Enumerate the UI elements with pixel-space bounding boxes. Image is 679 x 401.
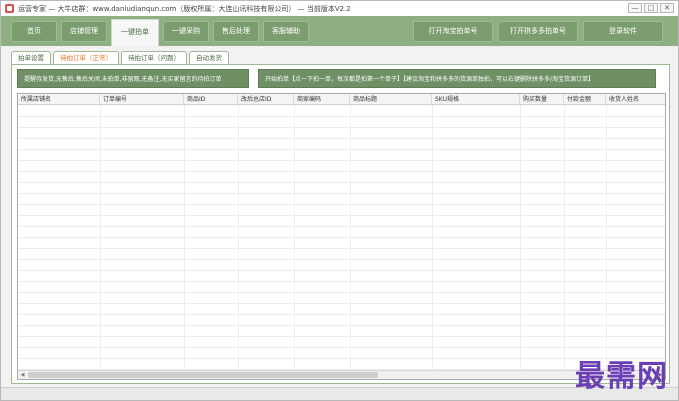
window-controls: — □ ✕ [628,3,674,13]
row-divider [18,204,665,205]
row-divider [18,215,665,216]
pending-orders-panel: 提醒待发货,无售后,售后关闭,未拍单,非留观,无备注,无买家留言的待拍订单 开始… [11,64,670,384]
start-order-button[interactable]: 开始拍单【点一下拍一单，每次都是拍第一个单子】【建议淘宝和拼多多的货源单独拍，可… [258,69,656,88]
row-divider [18,149,665,150]
col-product-title[interactable]: 商品标题 [350,94,432,105]
table-header: 所属店铺名 订单编号 商品ID 改后总店ID 商家编码 商品标题 SKU规格 购… [18,94,665,105]
row-divider [18,182,665,183]
tab-pending-problem[interactable]: 待拍订单（问题） [121,51,187,64]
window-title: 运营专家 — 大牛店群：www.daniudianqun.com（版权所属：大连… [18,4,351,13]
row-divider [18,226,665,227]
row-divider [18,193,665,194]
row-divider [18,325,665,326]
row-divider [18,116,665,117]
col-merchant-code[interactable]: 商家编码 [294,94,350,105]
tab-auto-ship[interactable]: 自动发货 [189,51,229,64]
row-divider [18,303,665,304]
scroll-left-icon[interactable]: ◀ [18,371,27,379]
row-divider [18,336,665,337]
maximize-icon[interactable]: □ [644,3,658,13]
row-divider [18,138,665,139]
col-quantity[interactable]: 购买数量 [520,94,564,105]
row-divider [18,358,665,359]
menu-after-sales[interactable]: 售后处理 [213,21,259,42]
filter-orders-button[interactable]: 提醒待发货,无售后,售后关闭,未拍单,非留观,无备注,无买家留言的待拍订单 [17,69,249,88]
row-divider [18,292,665,293]
col-order-no[interactable]: 订单编号 [100,94,184,105]
row-divider [18,281,665,282]
open-pinduoduo-account-button[interactable]: 打开拼多多拍单号 [498,21,578,42]
col-receiver-name[interactable]: 收货人姓名 [606,94,665,105]
menu-home[interactable]: 首页 [11,21,57,42]
col-sku-spec[interactable]: SKU规格 [432,94,520,105]
sub-tabs: 拍单设置 待拍订单（正常） 待拍订单（问题） 自动发货 [11,51,229,65]
minimize-icon[interactable]: — [628,3,642,13]
col-product-id[interactable]: 商品ID [184,94,238,105]
row-divider [18,314,665,315]
row-divider [18,237,665,238]
horizontal-scrollbar[interactable]: ◀ ▶ [18,370,665,379]
orders-table[interactable]: 所属店铺名 订单编号 商品ID 改后总店ID 商家编码 商品标题 SKU规格 购… [17,93,666,380]
row-divider [18,160,665,161]
tab-pending-normal[interactable]: 待拍订单（正常） [53,51,119,64]
row-divider [18,127,665,128]
row-divider [18,347,665,348]
title-bar: 运营专家 — 大牛店群：www.daniudianqun.com（版权所属：大连… [1,1,678,16]
row-divider [18,259,665,260]
scrollbar-thumb[interactable] [28,372,378,378]
tab-order-settings[interactable]: 拍单设置 [11,51,51,64]
col-payment-amount[interactable]: 付款金额 [564,94,606,105]
menu-one-click-purchase[interactable]: 一键采购 [163,21,209,42]
app-window: 运营专家 — 大牛店群：www.daniudianqun.com（版权所属：大连… [0,0,679,401]
open-taobao-account-button[interactable]: 打开淘宝拍单号 [413,21,493,42]
main-menu-bar: 首页 店铺管理 一键拍单 一键采购 售后处理 客服辅助 打开淘宝拍单号 打开拼多… [1,16,678,46]
menu-store-management[interactable]: 店铺管理 [61,21,107,42]
watermark-logo: 最需网 [575,359,668,394]
login-button[interactable]: 登录软件 [583,21,663,42]
row-divider [18,248,665,249]
app-icon [5,4,14,13]
close-icon[interactable]: ✕ [660,3,674,13]
row-divider [18,270,665,271]
col-modified-store-id[interactable]: 改后总店ID [238,94,294,105]
row-divider [18,171,665,172]
menu-customer-service[interactable]: 客服辅助 [263,21,309,42]
menu-one-click-order[interactable]: 一键拍单 [111,19,159,46]
col-store-name[interactable]: 所属店铺名 [18,94,100,105]
